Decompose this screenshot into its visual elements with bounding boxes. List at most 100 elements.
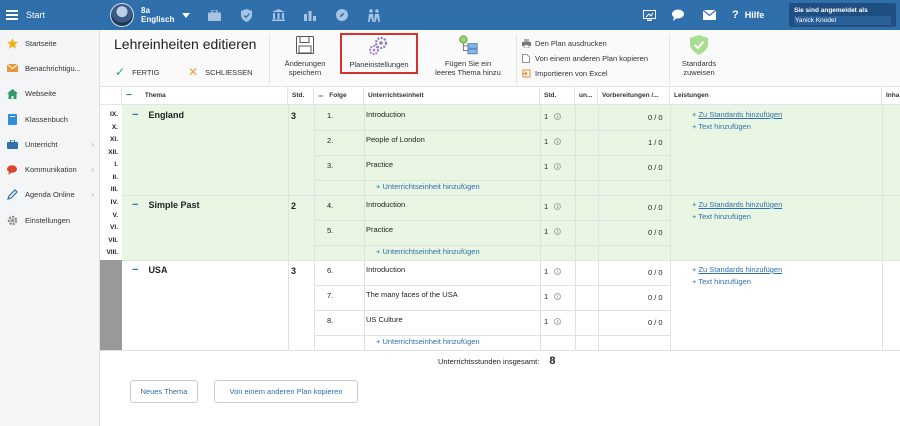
unit-hours-stepper[interactable]: 1 ⇕ [544,290,568,303]
unit-number: 6. [327,266,334,275]
stepper-icon[interactable]: ⇕ [554,228,562,235]
sidebar-item-startseite[interactable]: Startseite [0,31,99,56]
save-changes-button[interactable]: Änderungen speichern [275,34,335,84]
done-button[interactable]: ✓ FERTIG [115,65,159,79]
unit-title[interactable]: Introduction [366,110,405,119]
sidebar-item-kommunikation[interactable]: Kommunikation › [0,157,99,182]
collapse-all-icon[interactable]: − [126,90,132,101]
sidebar-item-webseite[interactable]: Webseite [0,81,99,106]
chevron-right-icon: › [91,165,94,175]
unit-hours-stepper[interactable]: 1 ⇕ [544,225,568,238]
stepper-icon[interactable]: ⇕ [554,113,562,120]
unit-title[interactable]: Practice [366,225,393,234]
total-hours: Unterrichtsstunden insgesamt: 8 [438,355,555,367]
copy-plan-button[interactable]: Von einem anderen Plan kopieren [214,380,358,403]
unit-prep: 0 / 0 [648,228,663,237]
help-button[interactable]: ? Hilfe [732,9,764,21]
sidebar-item-benachrichtigungen[interactable]: Benachrichtigu... [0,56,99,81]
stepper-icon[interactable]: ⇕ [554,268,562,275]
topic-hours: 3 [291,111,297,121]
add-empty-topic-button[interactable]: Fügen Sie ein leeres Thema hinzu [426,34,510,84]
briefcase-icon [7,139,18,150]
envelope-icon [7,63,18,74]
collapse-topic-icon[interactable]: − [132,264,138,276]
collapse-topic-icon[interactable]: − [132,199,138,211]
topic-name[interactable]: − USA [132,264,167,276]
add-text-link[interactable]: + Text hinzufügen [692,122,751,131]
book-icon [7,113,18,125]
chat-icon[interactable] [672,8,686,22]
collapse-topic-icon[interactable]: − [132,109,138,121]
compass-icon[interactable] [335,8,349,22]
unit-title[interactable]: Introduction [366,265,405,274]
sidebar-item-einstellungen[interactable]: Einstellungen [0,208,99,233]
stepper-icon[interactable]: ⇕ [554,138,562,145]
unit-hours-stepper[interactable]: 1 ⇕ [544,315,568,328]
unit-number: 1. [327,111,334,120]
close-button[interactable]: ✕ SCHLIESSEN [188,65,253,79]
add-standards-link[interactable]: + Zu Standards hinzufügen [692,200,782,209]
add-standards-link[interactable]: + Zu Standards hinzufügen [692,110,782,119]
import-excel-button[interactable]: Importieren von Excel [522,66,648,81]
topic-row-england [122,105,900,195]
header-std: Std. [288,87,314,105]
stepper-icon[interactable]: ⇕ [554,293,562,300]
topic-name[interactable]: − Simple Past [132,199,199,211]
envelope-icon[interactable] [702,8,716,22]
stepper-icon[interactable]: ⇕ [554,318,562,325]
month-label: V. [112,211,118,219]
unit-prep: 0 / 0 [648,113,663,122]
star-icon [7,37,18,49]
unit-number: 3. [327,161,334,170]
add-standards-link[interactable]: + Zu Standards hinzufügen [692,265,782,274]
month-label: III. [110,186,118,193]
start-menu-button[interactable]: Start [0,0,100,30]
add-unit-link[interactable]: + Unterrichtseinheit hinzufügen [376,182,480,191]
unit-number: 2. [327,136,334,145]
sidebar-item-klassenbuch[interactable]: Klassenbuch [0,106,99,131]
topic-name[interactable]: − England [132,109,184,121]
unit-prep: 0 / 0 [648,203,663,212]
sidebar-item-unterricht[interactable]: Unterricht › [0,132,99,157]
unit-hours-stepper[interactable]: 1 ⇕ [544,200,568,213]
add-text-link[interactable]: + Text hinzufügen [692,277,751,286]
screen-share-icon[interactable] [642,8,656,22]
unit-hours-stepper[interactable]: 1 ⇕ [544,110,568,123]
shield-check-icon [688,34,710,56]
add-unit-link[interactable]: + Unterrichtseinheit hinzufügen [376,337,480,346]
unit-hours-stepper[interactable]: 1 ⇕ [544,135,568,148]
header-leistungen: Leistungen [670,87,882,105]
user-menu[interactable]: Sie sind angemeldet als Yanick Knodel [789,3,896,27]
briefcase-icon[interactable] [207,8,221,22]
unit-number: 7. [327,291,334,300]
month-label: X. [111,123,118,131]
unit-title[interactable]: Introduction [366,200,405,209]
unit-hours-stepper[interactable]: 1 ⇕ [544,160,568,173]
unit-title[interactable]: People of London [366,135,425,144]
unit-title[interactable]: Practice [366,160,393,169]
total-hours-value: 8 [549,355,556,367]
class-selector[interactable]: 8a Englisch [110,3,191,27]
shield-icon[interactable] [239,8,253,22]
unit-title[interactable]: US Culture [366,315,403,324]
assign-standards-button[interactable]: Standards zuweisen [674,34,724,84]
people-icon[interactable] [367,8,381,22]
print-plan-button[interactable]: Den Plan ausdrucken [522,36,648,51]
unit-title[interactable]: The many faces of the USA [366,290,458,299]
add-unit-link[interactable]: + Unterrichtseinheit hinzufügen [376,247,480,256]
add-text-link[interactable]: + Text hinzufügen [692,212,751,221]
new-topic-button[interactable]: Neues Thema [130,380,198,403]
stepper-icon[interactable]: ⇕ [554,163,562,170]
bank-icon[interactable] [271,8,285,22]
copy-from-plan-button[interactable]: Von einem anderen Plan kopieren [522,51,648,66]
bar-chart-icon[interactable] [303,8,317,22]
unit-prep: 0 / 0 [648,163,663,172]
plan-settings-button[interactable]: Planeinstellungen [340,33,418,74]
sidebar-item-agenda-online[interactable]: Agenda Online › [0,182,99,207]
header-folge: − Folge [314,87,364,105]
collapse-units-icon[interactable]: − [318,91,323,101]
topic-row-usa [122,260,900,351]
chevron-down-icon [182,12,191,18]
stepper-icon[interactable]: ⇕ [554,203,562,210]
unit-hours-stepper[interactable]: 1 ⇕ [544,265,568,278]
